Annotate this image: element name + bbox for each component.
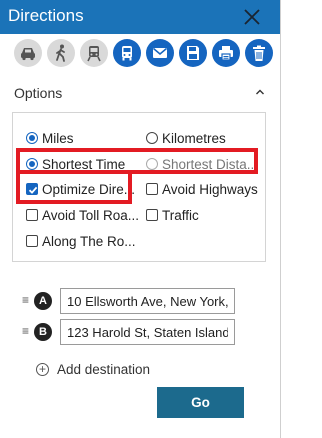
add-destination-button[interactable]: + Add destination — [36, 360, 150, 378]
options-toggle[interactable]: Options — [0, 74, 280, 110]
checkmark-icon — [28, 186, 38, 194]
shortest-distance-label: Shortest Dista... — [162, 156, 259, 172]
print-button[interactable] — [212, 39, 240, 67]
travel-mode-toolbar — [14, 39, 274, 69]
shortest-time-radio[interactable] — [26, 158, 38, 170]
destination-address-input[interactable] — [60, 319, 235, 345]
kilometres-label: Kilometres — [162, 130, 226, 146]
avoid-toll-roads-label: Avoid Toll Roa... — [42, 207, 140, 223]
save-button[interactable] — [179, 39, 207, 67]
clear-route-button[interactable] — [245, 39, 273, 67]
shortest-distance-option[interactable]: Shortest Dista... — [146, 155, 258, 173]
car-mode-button[interactable] — [14, 39, 42, 67]
window-title: Directions — [8, 6, 84, 25]
car-icon — [21, 48, 35, 61]
train-mode-button[interactable] — [80, 39, 108, 67]
waypoint-row-a: ≡ A — [22, 288, 242, 314]
add-destination-label: Add destination — [57, 361, 151, 377]
avoid-highways-option[interactable]: Avoid Highways — [146, 180, 258, 198]
along-the-route-label: Along The Ro... — [42, 233, 136, 249]
along-the-route-option[interactable]: Along The Ro... — [26, 232, 136, 250]
chevron-up-icon — [256, 89, 264, 95]
marker-b-icon: B — [34, 323, 52, 341]
traffic-label: Traffic — [162, 207, 199, 223]
train-icon — [87, 46, 101, 62]
options-header: Options — [14, 85, 63, 101]
along-the-route-checkbox[interactable] — [26, 235, 38, 247]
drag-handle-icon[interactable]: ≡ — [22, 294, 29, 306]
plus-circle-icon: + — [36, 362, 49, 376]
miles-option[interactable]: Miles — [26, 129, 74, 147]
avoid-highways-label: Avoid Highways — [162, 181, 258, 197]
origin-address-input[interactable] — [60, 288, 235, 314]
title-bar: Directions — [0, 0, 280, 34]
kilometres-radio[interactable] — [146, 132, 158, 144]
shortest-time-label: Shortest Time — [42, 156, 126, 172]
miles-label: Miles — [42, 130, 74, 146]
traffic-option[interactable]: Traffic — [146, 206, 199, 224]
traffic-checkbox[interactable] — [146, 209, 158, 221]
bus-icon — [122, 46, 132, 61]
walk-icon — [56, 44, 65, 62]
bus-mode-button[interactable] — [113, 39, 141, 67]
optimize-directions-checkbox[interactable] — [26, 183, 38, 195]
optimize-directions-label: Optimize Dire... — [42, 181, 136, 197]
drag-handle-icon[interactable]: ≡ — [22, 325, 29, 337]
close-button[interactable] — [240, 5, 264, 29]
save-icon — [187, 46, 199, 60]
email-button[interactable] — [146, 39, 174, 67]
email-icon — [153, 47, 167, 58]
close-icon — [244, 9, 260, 25]
trash-icon — [253, 45, 265, 61]
avoid-highways-checkbox[interactable] — [146, 183, 158, 195]
miles-radio[interactable] — [26, 132, 38, 144]
kilometres-option[interactable]: Kilometres — [146, 129, 226, 147]
waypoint-row-b: ≡ B — [22, 319, 242, 345]
print-icon — [219, 46, 233, 61]
avoid-toll-roads-checkbox[interactable] — [26, 209, 38, 221]
shortest-time-option[interactable]: Shortest Time — [26, 155, 125, 173]
directions-panel: Directions Options Miles Kilometres Shor… — [0, 0, 281, 438]
walk-mode-button[interactable] — [47, 39, 75, 67]
shortest-distance-radio[interactable] — [146, 158, 158, 170]
marker-a-icon: A — [34, 292, 52, 310]
options-box: Miles Kilometres Shortest Time Shortest … — [12, 112, 266, 262]
avoid-toll-roads-option[interactable]: Avoid Toll Roa... — [26, 206, 139, 224]
go-button[interactable]: Go — [157, 387, 244, 418]
optimize-directions-option[interactable]: Optimize Dire... — [26, 180, 135, 198]
